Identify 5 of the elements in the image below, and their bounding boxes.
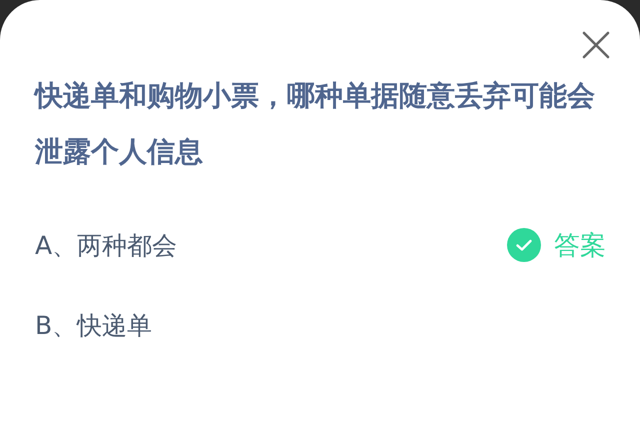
question-text: 快递单和购物小票，哪种单据随意丢弃可能会泄露个人信息 (35, 78, 596, 170)
option-text[interactable]: A、两种都会 (35, 228, 507, 262)
option-text[interactable]: B、快递单 (35, 308, 606, 342)
answer-label: 答案 (554, 230, 606, 262)
close-icon[interactable] (581, 30, 611, 60)
